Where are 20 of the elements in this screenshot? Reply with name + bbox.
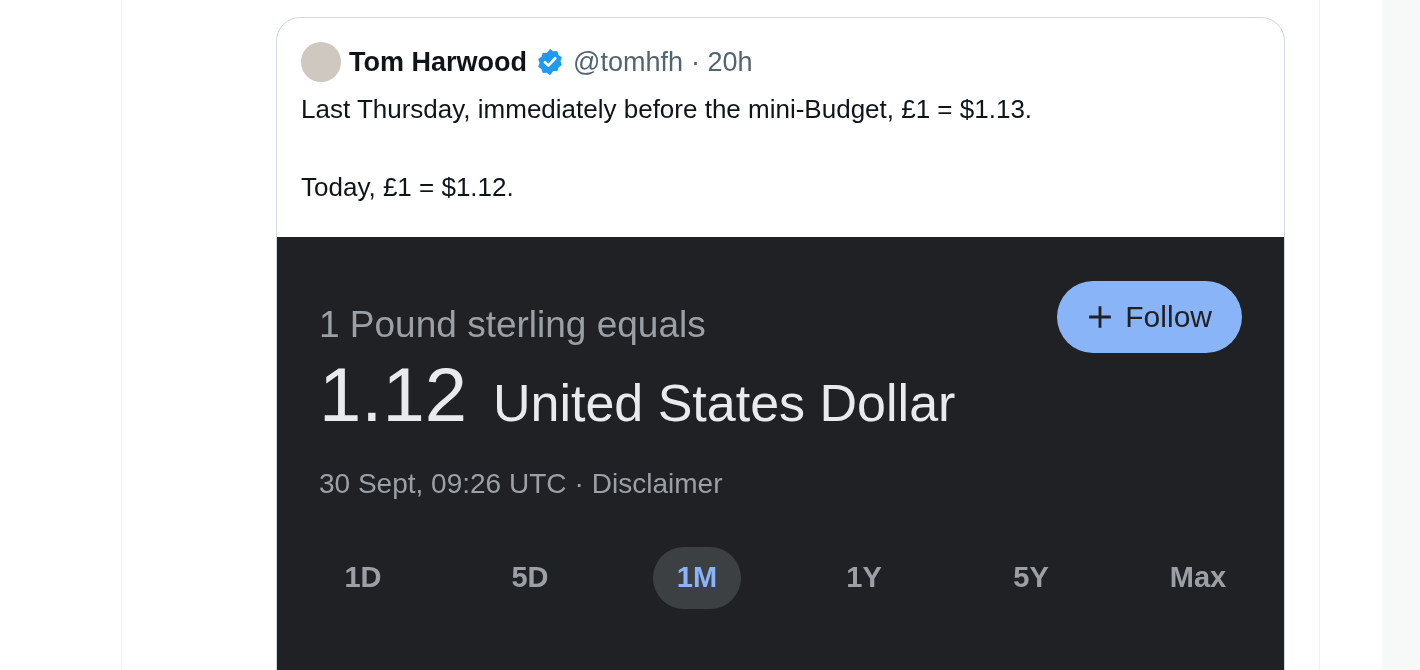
tweet-text: Last Thursday, immediately before the mini-Budget, £1 = $1.13. [301, 92, 1034, 126]
plus-icon [1087, 303, 1114, 330]
range-tab[interactable]: 5D [486, 546, 574, 609]
range-tab[interactable]: 1M [653, 546, 741, 609]
author-name[interactable]: Tom Harwood [349, 42, 527, 83]
exchange-rate: 1.12 [319, 356, 467, 433]
user-handle[interactable]: @tomhfh [573, 42, 683, 83]
follow-button[interactable]: Follow [1057, 280, 1242, 353]
post-time[interactable]: · 20h [690, 42, 753, 83]
tweet-text: Today, £1 = $1.12. [301, 170, 515, 204]
currency-name: United States Dollar [492, 376, 956, 429]
separator: · [574, 466, 584, 501]
range-tab[interactable]: 5Y [987, 546, 1075, 609]
range-tab[interactable]: 1D [319, 546, 407, 609]
range-tab[interactable]: Max [1154, 546, 1242, 609]
converter-heading: 1 Pound sterling equals [319, 302, 706, 347]
disclaimer-link[interactable]: Disclaimer [591, 462, 723, 505]
range-tab[interactable]: 1Y [820, 546, 908, 609]
quoted-tweet-card[interactable] [276, 17, 1285, 670]
timestamp: 30 Sept, 09:26 UTC [319, 466, 567, 501]
